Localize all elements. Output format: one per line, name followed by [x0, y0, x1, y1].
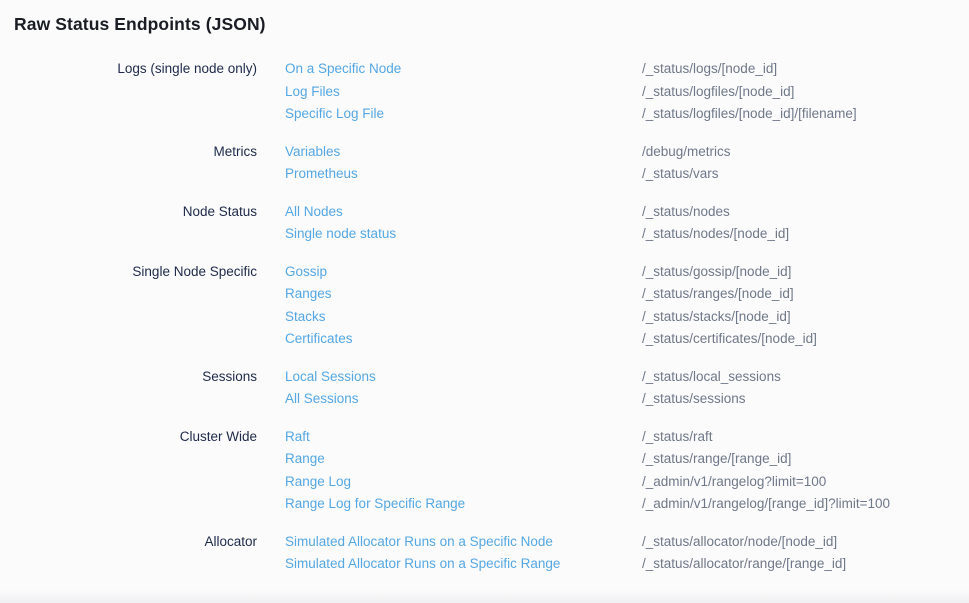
endpoint-path: /_status/gossip/[node_id]	[642, 261, 791, 284]
endpoint-path: /_status/logfiles/[node_id]/[filename]	[642, 103, 857, 126]
endpoint-link[interactable]: Gossip	[285, 261, 642, 284]
category-label: Single Node Specific	[14, 261, 257, 284]
section-rows: All Nodes /_status/nodes Single node sta…	[285, 201, 969, 246]
endpoint-row: Stacks /_status/stacks/[node_id]	[285, 306, 969, 329]
endpoint-row: Range Log /_admin/v1/rangelog?limit=100	[285, 471, 969, 494]
section-cluster-wide: Cluster Wide Raft /_status/raft Range /_…	[14, 426, 969, 516]
endpoint-path: /_status/local_sessions	[642, 366, 781, 389]
endpoint-link[interactable]: Certificates	[285, 328, 642, 351]
endpoint-row: All Nodes /_status/nodes	[285, 201, 969, 224]
endpoint-path: /debug/metrics	[642, 141, 731, 164]
category-label: Cluster Wide	[14, 426, 257, 449]
section-rows: Raft /_status/raft Range /_status/range/…	[285, 426, 969, 516]
endpoint-path: /_status/ranges/[node_id]	[642, 283, 794, 306]
endpoint-link[interactable]: Local Sessions	[285, 366, 642, 389]
section-sessions: Sessions Local Sessions /_status/local_s…	[14, 366, 969, 411]
endpoint-row: Simulated Allocator Runs on a Specific N…	[285, 531, 969, 554]
section-rows: Simulated Allocator Runs on a Specific N…	[285, 531, 969, 576]
section-rows: Gossip /_status/gossip/[node_id] Ranges …	[285, 261, 969, 351]
endpoint-link[interactable]: Simulated Allocator Runs on a Specific N…	[285, 531, 642, 554]
category-label: Metrics	[14, 141, 257, 164]
category-label: Node Status	[14, 201, 257, 224]
endpoint-path: /_admin/v1/rangelog?limit=100	[642, 471, 826, 494]
endpoint-path: /_status/allocator/range/[range_id]	[642, 553, 846, 576]
endpoint-path: /_status/certificates/[node_id]	[642, 328, 817, 351]
endpoint-path: /_status/raft	[642, 426, 713, 449]
section-rows: Variables /debug/metrics Prometheus /_st…	[285, 141, 969, 186]
section-logs: Logs (single node only) On a Specific No…	[14, 58, 969, 126]
category-label: Allocator	[14, 531, 257, 554]
section-single-node-specific: Single Node Specific Gossip /_status/gos…	[14, 261, 969, 351]
endpoint-link[interactable]: Range	[285, 448, 642, 471]
endpoint-row: Specific Log File /_status/logfiles/[nod…	[285, 103, 969, 126]
endpoint-path: /_status/nodes/[node_id]	[642, 223, 789, 246]
endpoint-path: /_status/logs/[node_id]	[642, 58, 777, 81]
endpoint-link[interactable]: All Nodes	[285, 201, 642, 224]
endpoint-row: Prometheus /_status/vars	[285, 163, 969, 186]
endpoint-row: Range Log for Specific Range /_admin/v1/…	[285, 493, 969, 516]
endpoint-link[interactable]: Range Log for Specific Range	[285, 493, 642, 516]
endpoint-path: /_status/logfiles/[node_id]	[642, 81, 794, 104]
endpoint-link[interactable]: Prometheus	[285, 163, 642, 186]
endpoint-path: /_status/nodes	[642, 201, 730, 224]
endpoint-link[interactable]: Ranges	[285, 283, 642, 306]
section-rows: Local Sessions /_status/local_sessions A…	[285, 366, 969, 411]
endpoint-sections: Logs (single node only) On a Specific No…	[14, 58, 969, 576]
endpoint-row: Gossip /_status/gossip/[node_id]	[285, 261, 969, 284]
endpoint-link[interactable]: Range Log	[285, 471, 642, 494]
section-allocator: Allocator Simulated Allocator Runs on a …	[14, 531, 969, 576]
endpoint-link[interactable]: Stacks	[285, 306, 642, 329]
endpoint-link[interactable]: Variables	[285, 141, 642, 164]
endpoint-row: Simulated Allocator Runs on a Specific R…	[285, 553, 969, 576]
endpoint-link[interactable]: Log Files	[285, 81, 642, 104]
endpoint-row: Log Files /_status/logfiles/[node_id]	[285, 81, 969, 104]
endpoint-row: Single node status /_status/nodes/[node_…	[285, 223, 969, 246]
endpoint-link[interactable]: All Sessions	[285, 388, 642, 411]
section-node-status: Node Status All Nodes /_status/nodes Sin…	[14, 201, 969, 246]
category-label: Logs (single node only)	[14, 58, 257, 81]
endpoint-row: Certificates /_status/certificates/[node…	[285, 328, 969, 351]
endpoint-link[interactable]: Raft	[285, 426, 642, 449]
endpoint-row: Ranges /_status/ranges/[node_id]	[285, 283, 969, 306]
raw-status-endpoints-page: Raw Status Endpoints (JSON) Logs (single…	[0, 0, 969, 603]
endpoint-row: Range /_status/range/[range_id]	[285, 448, 969, 471]
endpoint-row: Raft /_status/raft	[285, 426, 969, 449]
endpoint-path: /_status/allocator/node/[node_id]	[642, 531, 837, 554]
endpoint-path: /_admin/v1/rangelog/[range_id]?limit=100	[642, 493, 890, 516]
endpoint-link[interactable]: Specific Log File	[285, 103, 642, 126]
endpoint-link[interactable]: Simulated Allocator Runs on a Specific R…	[285, 553, 642, 576]
endpoint-link[interactable]: On a Specific Node	[285, 58, 642, 81]
category-label: Sessions	[14, 366, 257, 389]
section-metrics: Metrics Variables /debug/metrics Prometh…	[14, 141, 969, 186]
page-title: Raw Status Endpoints (JSON)	[14, 13, 969, 35]
page-bottom-edge	[0, 590, 969, 603]
endpoint-path: /_status/vars	[642, 163, 719, 186]
endpoint-row: Local Sessions /_status/local_sessions	[285, 366, 969, 389]
endpoint-path: /_status/range/[range_id]	[642, 448, 791, 471]
endpoint-row: Variables /debug/metrics	[285, 141, 969, 164]
endpoint-link[interactable]: Single node status	[285, 223, 642, 246]
endpoint-path: /_status/stacks/[node_id]	[642, 306, 791, 329]
endpoint-row: All Sessions /_status/sessions	[285, 388, 969, 411]
endpoint-path: /_status/sessions	[642, 388, 746, 411]
section-rows: On a Specific Node /_status/logs/[node_i…	[285, 58, 969, 126]
endpoint-row: On a Specific Node /_status/logs/[node_i…	[285, 58, 969, 81]
